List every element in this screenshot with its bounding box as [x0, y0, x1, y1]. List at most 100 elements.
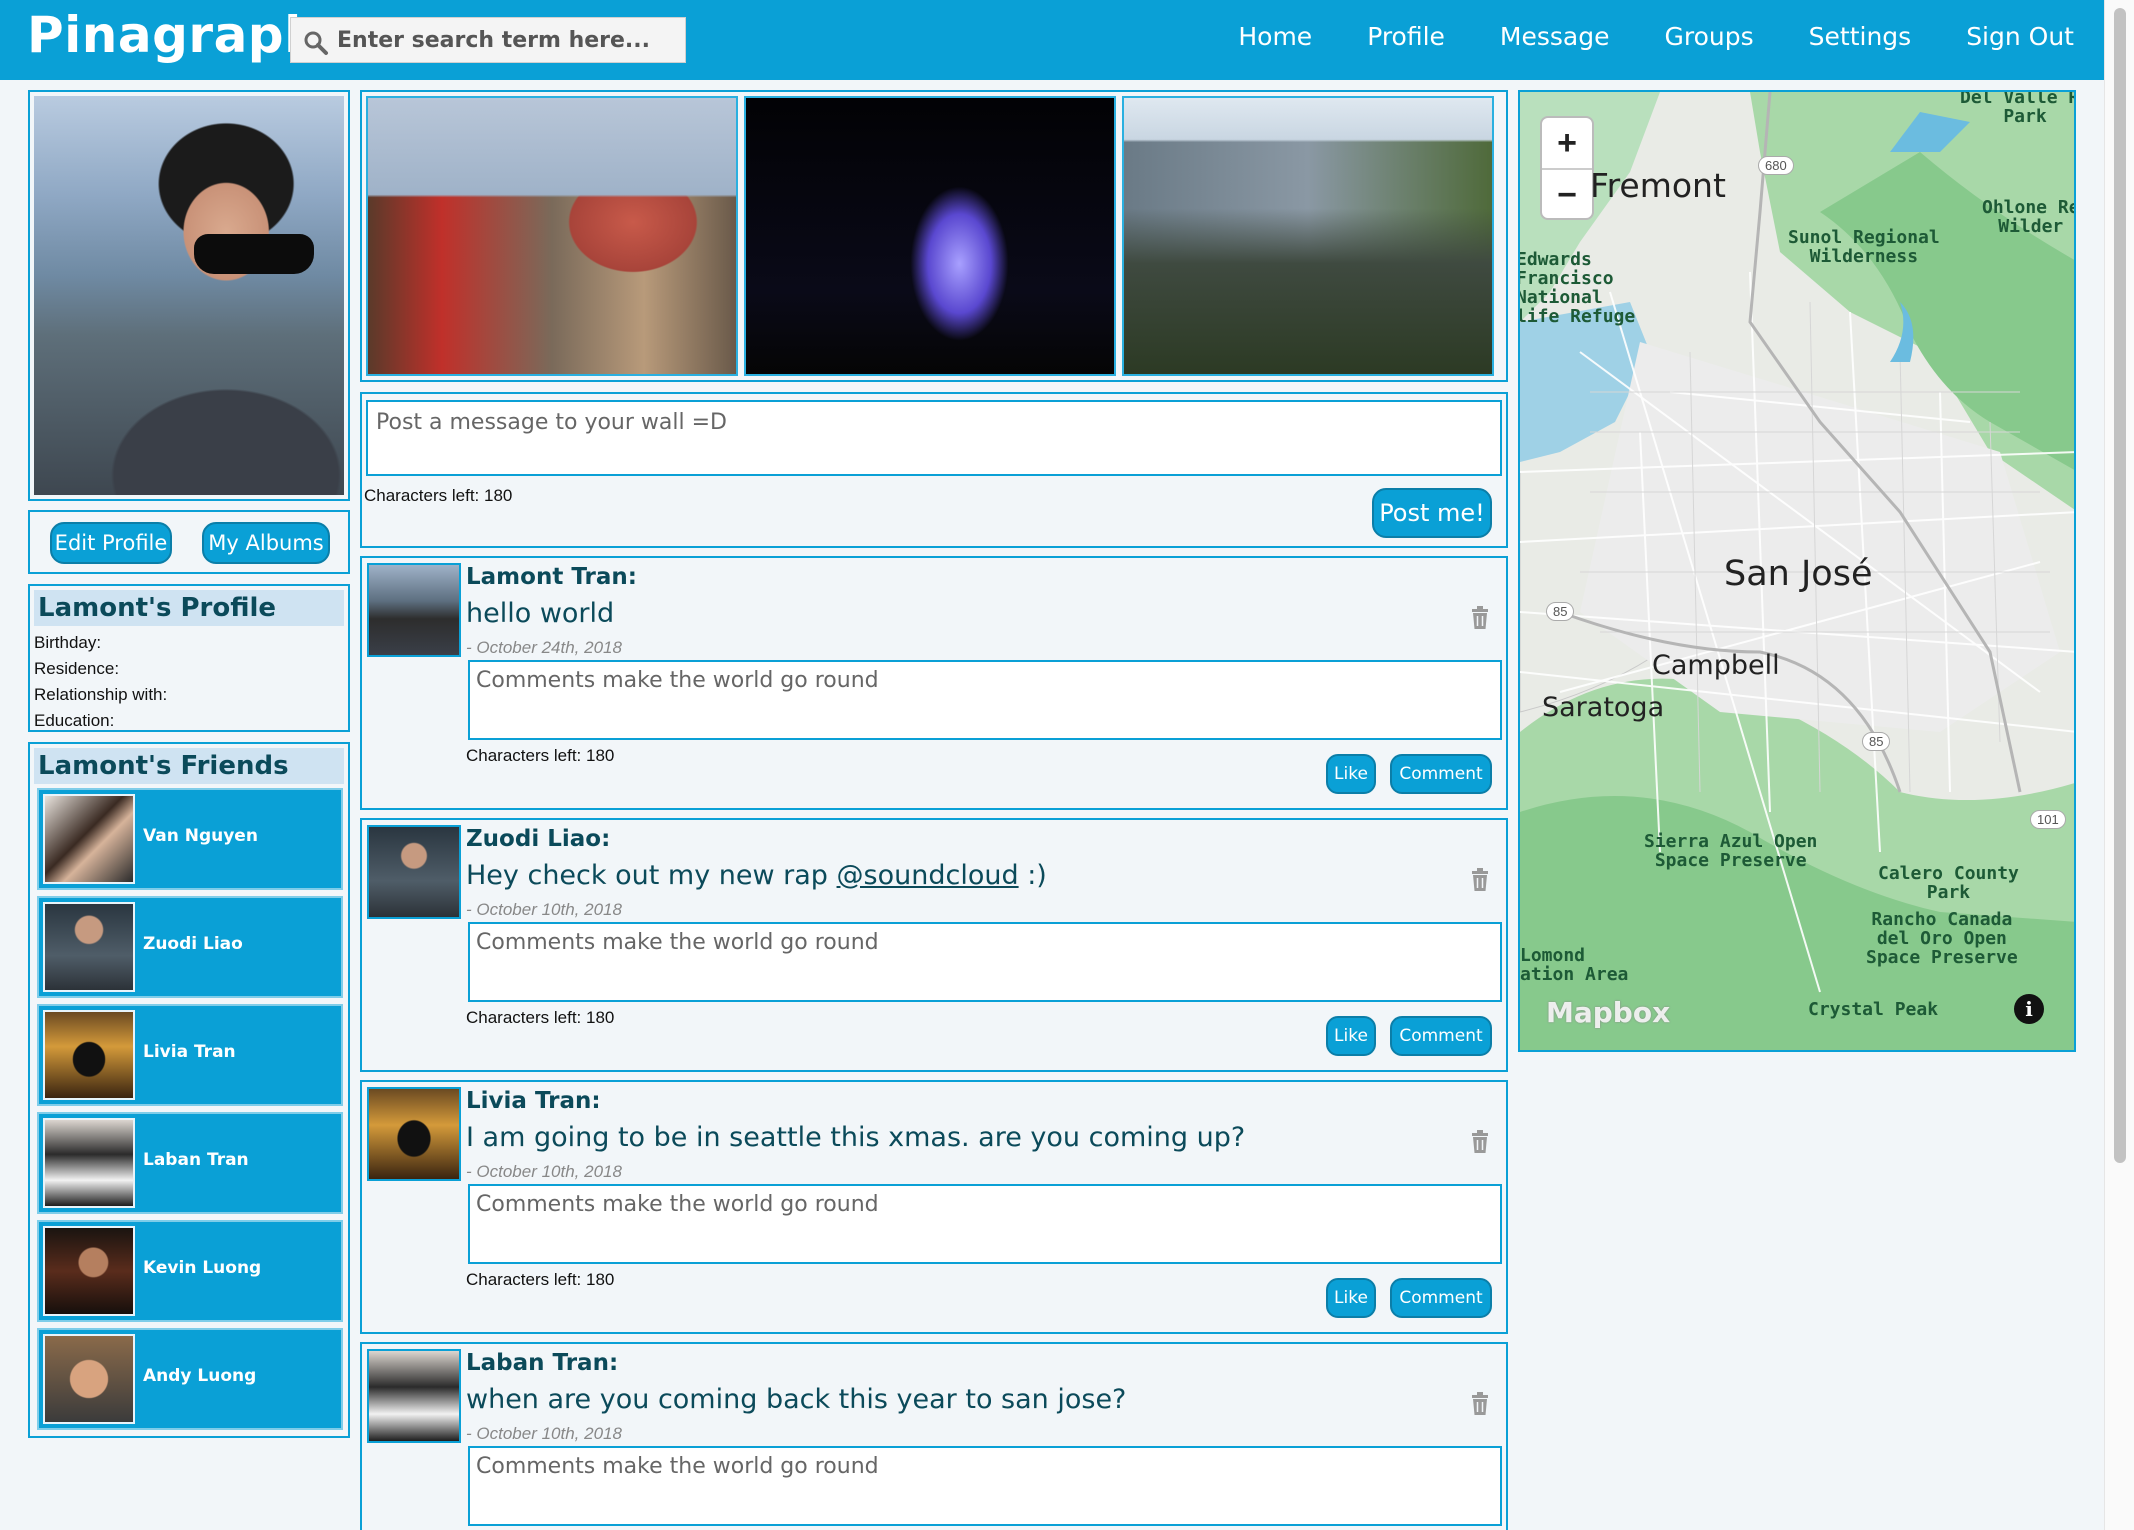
nav-home[interactable]: Home	[1238, 22, 1312, 51]
friend-item[interactable]: Livia Tran	[37, 1004, 343, 1106]
friend-item[interactable]: Kevin Luong	[37, 1220, 343, 1322]
comment-input[interactable]	[468, 660, 1502, 740]
post-author-avatar[interactable]	[367, 1087, 461, 1181]
nav-settings[interactable]: Settings	[1809, 22, 1912, 51]
edit-profile-button[interactable]: Edit Profile	[50, 522, 172, 564]
friend-name[interactable]: Kevin Luong	[143, 1258, 261, 1278]
my-albums-button[interactable]: My Albums	[202, 522, 330, 564]
map-city-label: San José	[1724, 554, 1873, 594]
wall-post-composer: Characters left: 180 Post me!	[360, 392, 1508, 548]
scrollbar-thumb[interactable]	[2114, 8, 2126, 1163]
post-author-avatar[interactable]	[367, 563, 461, 657]
like-button[interactable]: Like	[1326, 754, 1376, 794]
zoom-out-button[interactable]: −	[1542, 170, 1592, 220]
nav-message[interactable]: Message	[1500, 22, 1610, 51]
friend-name[interactable]: Andy Luong	[143, 1366, 256, 1386]
friend-name[interactable]: Zuodi Liao	[143, 934, 243, 954]
trash-icon[interactable]	[1470, 868, 1490, 892]
wall-post-input[interactable]	[366, 400, 1502, 476]
birthday-label: Birthday:	[34, 633, 102, 652]
friend-avatar	[43, 1334, 135, 1424]
comment-input[interactable]	[468, 922, 1502, 1002]
friend-item[interactable]: Laban Tran	[37, 1112, 343, 1214]
search-input[interactable]	[337, 24, 677, 56]
gallery-photo[interactable]	[366, 96, 738, 376]
post-date: - October 24th, 2018	[466, 638, 622, 657]
trash-icon[interactable]	[1470, 606, 1490, 630]
like-button[interactable]: Like	[1326, 1016, 1376, 1056]
brand-logo[interactable]: Pinagraph	[27, 6, 320, 64]
main-nav: Home Profile Message Groups Settings Sig…	[1183, 22, 2074, 51]
friends-box: Lamont's Friends Van Nguyen Zuodi Liao L…	[28, 742, 350, 1438]
friend-avatar	[43, 1010, 135, 1100]
search-box[interactable]	[290, 17, 686, 63]
comment-input[interactable]	[468, 1184, 1502, 1264]
trash-icon[interactable]	[1470, 1392, 1490, 1416]
mapbox-logo[interactable]: Mapbox	[1546, 996, 1670, 1029]
gallery-photo[interactable]	[744, 96, 1116, 376]
post-date: - October 10th, 2018	[466, 900, 622, 919]
info-icon[interactable]: i	[2014, 994, 2044, 1024]
post-author-avatar[interactable]	[367, 825, 461, 919]
comment-button[interactable]: Comment	[1390, 754, 1492, 794]
post-message-text: Hey check out my new rap	[466, 860, 837, 891]
friend-name[interactable]: Van Nguyen	[143, 826, 258, 846]
wall-post: Lamont Tran: hello world - October 24th,…	[360, 556, 1508, 810]
nav-profile[interactable]: Profile	[1367, 22, 1445, 51]
post-author[interactable]: Lamont Tran:	[466, 564, 637, 590]
top-navigation-bar: Pinagraph Home Profile Message Groups Se…	[0, 0, 2104, 80]
post-message: I am going to be in seattle this xmas. a…	[466, 1122, 1246, 1153]
comment-chars-left: Characters left: 180	[466, 1008, 615, 1027]
like-button[interactable]: Like	[1326, 1278, 1376, 1318]
map-city-label: Fremont	[1590, 166, 1726, 205]
wall-post: Laban Tran: when are you coming back thi…	[360, 1342, 1508, 1530]
post-date: - October 10th, 2018	[466, 1424, 622, 1443]
nav-sign-out[interactable]: Sign Out	[1966, 22, 2074, 51]
comment-chars-left: Characters left: 180	[466, 746, 615, 765]
friend-name[interactable]: Livia Tran	[143, 1042, 236, 1062]
map-zoom-control: + −	[1540, 116, 1594, 220]
trash-icon[interactable]	[1470, 1130, 1490, 1154]
education-label: Education:	[34, 711, 115, 730]
relationship-label: Relationship with:	[34, 685, 168, 704]
soundcloud-link[interactable]: @soundcloud	[837, 860, 1019, 891]
friend-avatar	[43, 794, 135, 884]
post-author[interactable]: Laban Tran:	[466, 1350, 618, 1376]
post-button[interactable]: Post me!	[1372, 488, 1492, 538]
friend-avatar	[43, 902, 135, 992]
highway-shield: 680	[1758, 156, 1794, 175]
zoom-in-button[interactable]: +	[1542, 118, 1592, 168]
friend-item[interactable]: Zuodi Liao	[37, 896, 343, 998]
friend-item[interactable]: Andy Luong	[37, 1328, 343, 1430]
post-author-avatar[interactable]	[367, 1349, 461, 1443]
friend-name[interactable]: Laban Tran	[143, 1150, 249, 1170]
comment-input[interactable]	[468, 1446, 1502, 1526]
wall-post: Zuodi Liao: Hey check out my new rap @so…	[360, 818, 1508, 1072]
map-park-label: Del Valle Re Park	[1960, 90, 2074, 127]
nav-groups[interactable]: Groups	[1665, 22, 1754, 51]
map-park-label: Sierra Azul Open Space Preserve	[1644, 831, 1818, 871]
post-author[interactable]: Zuodi Liao:	[466, 826, 610, 852]
page-scrollbar[interactable]	[2104, 0, 2134, 1530]
post-message: hello world	[466, 598, 615, 629]
comment-button[interactable]: Comment	[1390, 1278, 1492, 1318]
map-park-label: Calero County Park	[1878, 863, 2019, 903]
post-date: - October 10th, 2018	[466, 1162, 622, 1181]
post-author[interactable]: Livia Tran:	[466, 1088, 601, 1114]
composer-chars-left: Characters left: 180	[364, 486, 513, 505]
wall-post: Livia Tran: I am going to be in seattle …	[360, 1080, 1508, 1334]
map-park-label: Edwards Francisco National life Refuge	[1518, 249, 1636, 327]
highway-shield: 85	[1546, 602, 1575, 621]
profile-info-title: Lamont's Profile	[34, 590, 344, 626]
comment-button[interactable]: Comment	[1390, 1016, 1492, 1056]
gallery-photo[interactable]	[1122, 96, 1494, 376]
map-city-label: Campbell	[1652, 650, 1780, 681]
map-widget[interactable]: + − Fremont San José Campbell Saratoga D…	[1518, 90, 2076, 1052]
map-park-label: Crystal Peak	[1808, 999, 1939, 1020]
profile-actions: Edit Profile My Albums	[28, 510, 350, 574]
post-message: when are you coming back this year to sa…	[466, 1384, 1127, 1415]
map-city-label: Saratoga	[1542, 692, 1665, 723]
friend-item[interactable]: Van Nguyen	[37, 788, 343, 890]
profile-picture[interactable]	[34, 96, 344, 495]
profile-info-box: Lamont's Profile Birthday: Residence: Re…	[28, 584, 350, 732]
